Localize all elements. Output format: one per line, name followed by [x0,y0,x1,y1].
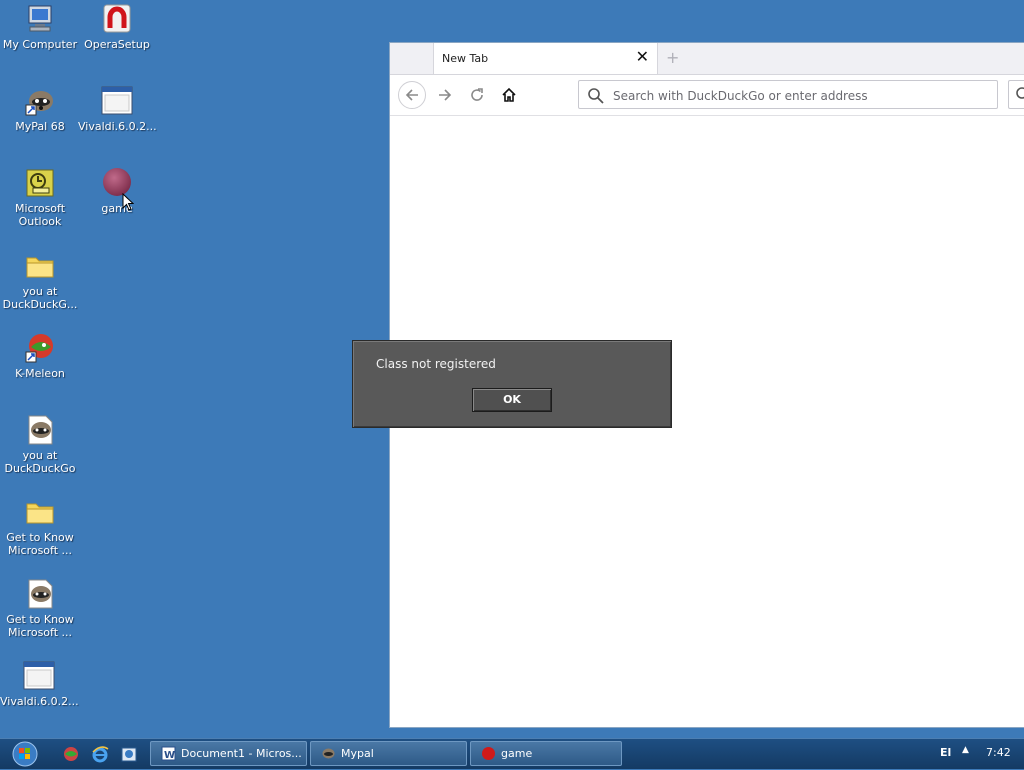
desktop-icon-folder-get-to-know[interactable]: Get to Know Microsoft ... [1,496,79,557]
window-app-icon [101,85,133,117]
taskbar-button-label: Mypal [341,747,374,760]
show-hidden-icons-chevron-icon[interactable]: ▲ [962,745,969,755]
dialog-message: Class not registered [376,357,496,371]
desktop-icon-label: Get to Know Microsoft ... [6,613,74,639]
red-ball-icon [481,746,496,761]
outlook-icon [24,167,56,199]
desktop-icon-my-computer[interactable]: My Computer [1,3,79,51]
desktop-icon-vivaldi-2[interactable]: Vivaldi.6.0.2... [0,660,79,708]
mypal-document-icon [24,414,56,446]
folder-icon [24,496,56,528]
desktop-icon-outlook[interactable]: Microsoft Outlook [1,167,79,228]
desktop-icon-label: My Computer [2,38,78,51]
error-dialog: Class not registered OK [352,340,672,428]
tab-close-icon[interactable]: ✕ [636,49,649,65]
desktop-icon-label: MyPal 68 [15,120,65,133]
mouse-cursor-icon [122,192,135,215]
desktop-icon-label: K-Meleon [15,367,65,380]
mypal-raccoon-icon [24,85,56,117]
tab-new-tab[interactable]: New Tab ✕ [433,43,658,74]
svg-text:W: W [164,750,175,761]
window-app-icon [23,660,55,692]
home-button[interactable] [495,81,523,109]
desktop-icon-operasetup[interactable]: OperaSetup [78,3,156,51]
mypal-raccoon-icon [321,746,336,761]
desktop-icon-label: you at DuckDuckG... [2,285,78,311]
desktop-icon-label: OperaSetup [84,38,150,51]
taskbar-button-word[interactable]: W Document1 - Micros... [150,741,307,766]
forward-button[interactable] [431,81,459,109]
search-icon [1016,87,1024,99]
new-tab-button[interactable]: + [666,48,679,67]
desktop-icon-folder-duckduckgo[interactable]: you at DuckDuckG... [1,250,79,311]
folder-icon [24,250,56,282]
forward-arrow-icon [439,89,452,101]
reload-icon [471,88,483,101]
desktop-icon-k-meleon[interactable]: K-Meleon [1,332,79,380]
clock[interactable]: 7:42 [986,746,1011,759]
opera-icon [101,3,133,35]
desktop-icon-label: game [101,202,133,215]
tab-title: New Tab [442,52,489,65]
desktop-icon-get-to-know-doc[interactable]: Get to Know Microsoft ... [1,578,79,639]
my-computer-icon [24,3,56,35]
taskbar: W Document1 - Micros... Mypal game El ▲ … [0,738,1024,769]
back-button[interactable] [398,81,426,109]
ok-button[interactable]: OK [472,388,552,412]
desktop-icon-duckduckgo-doc[interactable]: you at DuckDuckGo [1,414,79,475]
language-indicator[interactable]: El [940,746,951,759]
taskbar-button-label: game [501,747,533,760]
tab-strip: New Tab ✕ + [390,43,1024,75]
home-icon [502,87,516,102]
taskbar-button-game[interactable]: game [470,741,622,766]
windows-start-icon [12,741,38,767]
start-button[interactable] [8,741,42,767]
word-doc-icon: W [161,746,176,761]
desktop-icon-label: Get to Know Microsoft ... [6,531,74,557]
desktop-icon-label: Vivaldi.6.0.2... [78,120,157,133]
desktop-icon-vivaldi[interactable]: Vivaldi.6.0.2... [78,85,157,133]
reload-button[interactable] [463,81,491,109]
quicklaunch-app-icon[interactable] [120,745,138,763]
address-bar[interactable] [578,80,998,109]
mypal-document-icon [24,578,56,610]
desktop-icon-game[interactable]: game [78,167,156,215]
taskbar-button-mypal[interactable]: Mypal [310,741,467,766]
back-arrow-icon [405,89,418,101]
quicklaunch-browser-icon[interactable] [62,745,80,763]
search-icon [588,88,604,104]
search-box[interactable] [1008,80,1024,109]
taskbar-button-label: Document1 - Micros... [181,747,302,760]
desktop-icon-label: Microsoft Outlook [14,202,66,228]
desktop-icon-mypal[interactable]: MyPal 68 [1,85,79,133]
address-input[interactable] [611,85,985,106]
k-meleon-icon [24,332,56,364]
internet-explorer-icon[interactable] [91,745,109,763]
desktop-icon-label: Vivaldi.6.0.2... [0,695,79,708]
navigation-toolbar [390,75,1024,116]
desktop-icon-label: you at DuckDuckGo [4,449,76,475]
